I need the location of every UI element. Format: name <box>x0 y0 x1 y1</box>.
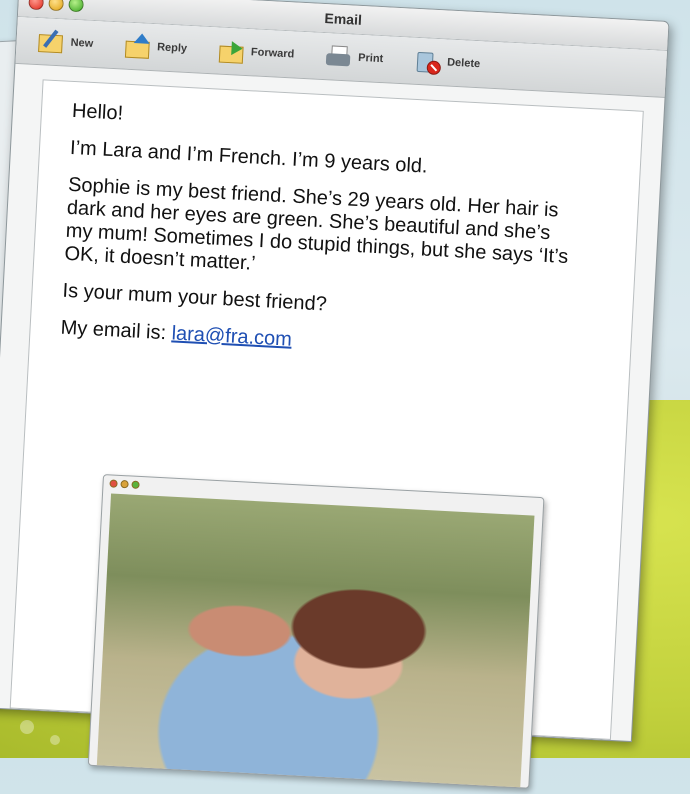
photo-zoom-button[interactable] <box>131 480 140 489</box>
backdrop-dot <box>20 720 34 734</box>
photo-window-controls <box>109 479 140 489</box>
mum-paragraph: Sophie is my best friend. She’s 29 years… <box>63 173 569 275</box>
delete-icon <box>413 48 442 76</box>
print-label: Print <box>357 51 384 66</box>
photo-window <box>87 474 545 789</box>
new-message-icon <box>36 28 65 55</box>
reply-label: Reply <box>156 41 188 55</box>
email-prefix: My email is: <box>60 316 173 345</box>
forward-label: Forward <box>250 46 295 61</box>
message-body-area[interactable]: Hello! I’m Lara and I’m French. I’m 9 ye… <box>9 79 644 789</box>
email-link[interactable]: lara@fra.com <box>171 322 292 350</box>
reply-icon <box>122 33 151 60</box>
backdrop-dot <box>50 735 60 745</box>
new-label: New <box>70 36 94 50</box>
delete-button[interactable]: Delete <box>413 48 481 77</box>
forward-button[interactable]: Forward <box>216 37 295 67</box>
new-button[interactable]: New <box>36 28 94 57</box>
printer-icon <box>324 43 353 70</box>
delete-label: Delete <box>446 56 481 71</box>
print-button[interactable]: Print <box>324 43 384 72</box>
message-text: Hello! I’m Lara and I’m French. I’m 9 ye… <box>59 100 582 380</box>
reply-button[interactable]: Reply <box>122 33 187 62</box>
photo-close-button[interactable] <box>109 479 118 488</box>
email-window: Email New Reply Forward Print Delete Hel… <box>0 0 670 789</box>
photo-minimize-button[interactable] <box>120 479 129 489</box>
forward-icon <box>216 37 245 64</box>
mother-daughter-photo <box>96 493 535 788</box>
